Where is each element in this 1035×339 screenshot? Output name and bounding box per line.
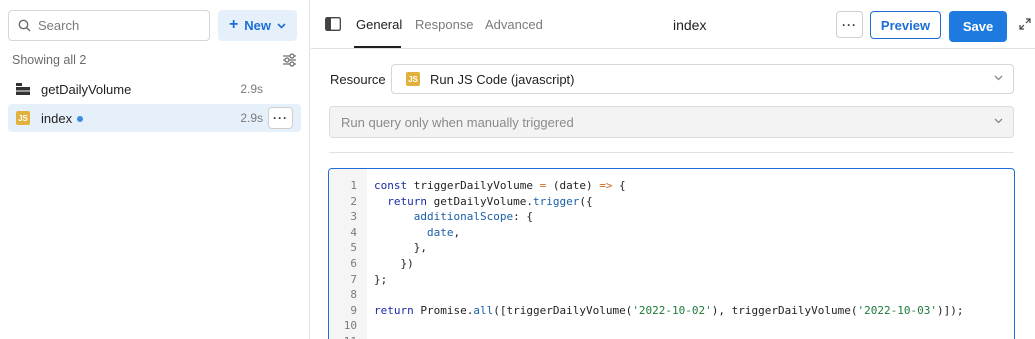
code-line: 4 date, (329, 225, 1014, 241)
query-list-panel: Search + New Showing all 2 getDailyVolum… (0, 0, 310, 339)
code-line: 10 (329, 318, 1014, 334)
database-icon (16, 82, 30, 96)
code-line: 2 return getDailyVolume.trigger({ (329, 194, 1014, 210)
code-line: 6 }) (329, 256, 1014, 272)
divider (329, 152, 1014, 153)
chevron-down-icon (277, 22, 286, 29)
code-content: 1 const triggerDailyVolume = (date) => { … (329, 178, 1014, 339)
trigger-value: Run query only when manually triggered (341, 114, 574, 130)
line-number: 11 (329, 334, 357, 339)
new-query-button[interactable]: + New (218, 10, 297, 41)
line-number: 1 (350, 179, 357, 192)
save-button[interactable]: Save (949, 11, 1007, 42)
query-title: index (673, 17, 707, 33)
query-editor-panel: General Response Advanced index ··· Prev… (311, 0, 1035, 339)
resource-select[interactable]: JS Run JS Code (javascript) (391, 64, 1014, 94)
line-number: 7 (350, 272, 357, 286)
js-badge-icon: JS (406, 72, 420, 86)
code-text: return Promise.all([triggerDailyVolume('… (374, 303, 964, 317)
code-text: }) (374, 256, 414, 270)
line-number: 8 (350, 288, 357, 302)
code-line: 1 const triggerDailyVolume = (date) => { (329, 178, 1014, 194)
code-line: 9 return Promise.all([triggerDailyVolume(… (329, 303, 1014, 319)
query-time: 2.9s (240, 111, 263, 125)
code-text: return getDailyVolume.trigger({ (387, 194, 593, 208)
code-line: 11 (329, 334, 1014, 339)
code-line: 8 (329, 287, 1014, 303)
more-options-button[interactable]: ··· (836, 11, 863, 38)
chevron-down-icon (994, 75, 1003, 81)
line-number: 3 (350, 210, 357, 224)
search-placeholder: Search (38, 18, 80, 33)
code-text: }; (374, 272, 388, 286)
query-item-getdailyvolume[interactable]: getDailyVolume 2.9s (8, 75, 301, 103)
plus-icon: + (228, 16, 239, 33)
search-icon (18, 19, 31, 32)
query-time: 2.9s (240, 82, 263, 96)
editor-header: General Response Advanced index ··· Prev… (311, 0, 1035, 49)
expand-icon[interactable] (1019, 18, 1031, 30)
code-line: 7}; (329, 272, 1014, 288)
line-number: 6 (350, 256, 357, 270)
code-text: }, (374, 241, 427, 255)
line-number: 10 (343, 319, 357, 333)
unsaved-dot-icon (77, 116, 84, 123)
tab-response[interactable]: Response (415, 17, 474, 32)
resource-label: Resource (330, 72, 386, 87)
query-name: index (41, 110, 73, 126)
code-text: const triggerDailyVolume = (date) => { (374, 179, 626, 192)
code-line: 3 additionalScope: { (329, 209, 1014, 225)
query-item-index[interactable]: JS index 2.9s ··· (8, 104, 301, 132)
query-name: getDailyVolume (41, 81, 132, 97)
chevron-down-icon (994, 118, 1003, 124)
active-tab-indicator (354, 46, 401, 48)
code-text: date, (426, 225, 461, 239)
tab-advanced[interactable]: Advanced (485, 17, 543, 32)
code-editor[interactable]: 1 const triggerDailyVolume = (date) => { … (328, 168, 1015, 339)
code-line: 5 }, (329, 240, 1014, 256)
query-name-wrap: index (41, 110, 84, 126)
trigger-mode-select[interactable]: Run query only when manually triggered (329, 106, 1014, 138)
search-input[interactable]: Search (8, 10, 210, 41)
new-button-label: New (244, 18, 272, 33)
line-number: 4 (350, 225, 357, 239)
showing-count: Showing all 2 (12, 53, 87, 67)
line-number: 2 (350, 194, 357, 208)
preview-button[interactable]: Preview (870, 11, 941, 39)
tab-general[interactable]: General (356, 17, 402, 32)
line-number: 5 (350, 241, 357, 255)
js-badge-icon: JS (16, 111, 30, 125)
line-number: 9 (350, 303, 357, 317)
resource-value: Run JS Code (javascript) (430, 71, 575, 87)
code-text: additionalScope: { (413, 210, 533, 224)
filter-sliders-icon[interactable] (282, 53, 297, 67)
query-more-button[interactable]: ··· (268, 107, 293, 129)
sidebar-toggle-icon[interactable] (325, 17, 341, 31)
js-badge: JS (16, 111, 30, 125)
